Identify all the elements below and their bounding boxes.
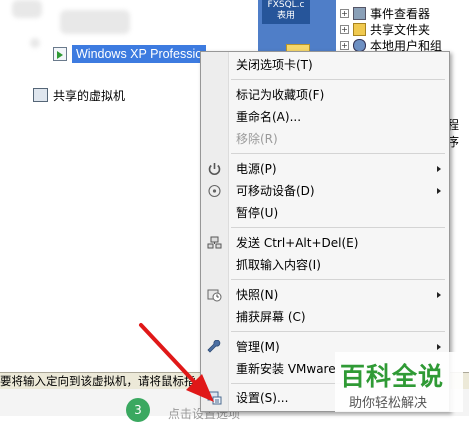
menu-item-power[interactable]: 电源(P): [201, 158, 449, 180]
expand-icon[interactable]: +: [340, 24, 349, 34]
disc-icon: [208, 184, 221, 198]
blurred-item: [30, 38, 40, 48]
keyboard-network-icon: [207, 236, 222, 249]
menu-item-pause[interactable]: 暂停(U): [201, 202, 449, 224]
expand-icon[interactable]: +: [340, 8, 349, 18]
watermark: 百科全说 助你轻松解决: [335, 352, 463, 412]
menu-item-bookmark[interactable]: 标记为收藏项(F): [201, 84, 449, 106]
menu-separator: [231, 331, 445, 332]
tree-item-windows-xp[interactable]: Windows XP Professio: [53, 44, 207, 64]
snapshot-clock-icon: [207, 289, 222, 302]
vm-running-icon: [53, 47, 67, 61]
users-icon: [353, 38, 366, 52]
menu-item-rename[interactable]: 重命名(A)...: [201, 106, 449, 128]
menu-item-removable-devices[interactable]: 可移动设备(D): [201, 180, 449, 202]
step-badge: 3: [126, 398, 150, 422]
submenu-arrow-icon: [437, 344, 441, 350]
menu-item-grab-input[interactable]: 抓取输入内容(I): [201, 254, 449, 276]
watermark-logo: 百科全说: [340, 362, 445, 391]
submenu-arrow-icon: [437, 292, 441, 298]
folder-icon: [353, 22, 366, 36]
menu-item-snapshot[interactable]: 快照(N): [201, 284, 449, 306]
menu-separator: [231, 153, 445, 154]
truncated-tree-label: 程序: [447, 118, 460, 149]
blurred-item: [12, 0, 42, 18]
menu-item-remove: 移除(R): [236, 132, 278, 146]
submenu-arrow-icon: [437, 166, 441, 172]
tree-item-label: Windows XP Professio: [72, 45, 207, 63]
event-viewer-icon: [353, 6, 366, 20]
status-text: 要将输入定向到该虚拟机，请将鼠标指: [0, 374, 196, 388]
settings-vm-icon: [207, 391, 222, 405]
menu-separator: [231, 79, 445, 80]
vm-window-title: FXSQL.c 表用: [262, 0, 310, 24]
menu-item-capture-screen[interactable]: 捕获屏幕 (C): [201, 306, 449, 328]
watermark-subtitle: 助你轻松解决: [349, 396, 428, 411]
menu-item-close-tab[interactable]: 关闭选项卡(T): [201, 54, 449, 76]
power-icon: [208, 163, 221, 175]
tree-item-label: 共享的虚拟机: [53, 88, 126, 103]
blurred-item: [60, 10, 130, 34]
menu-separator: [231, 227, 445, 228]
menu-item-send-ctrl-alt-del[interactable]: 发送 Ctrl+Alt+Del(E): [201, 232, 449, 254]
shared-vm-icon: [33, 88, 48, 102]
tree-item-shared-vms[interactable]: 共享的虚拟机: [33, 85, 125, 105]
submenu-arrow-icon: [437, 188, 441, 194]
expand-icon[interactable]: +: [340, 40, 349, 50]
wrench-icon: [207, 340, 221, 353]
menu-separator: [231, 279, 445, 280]
